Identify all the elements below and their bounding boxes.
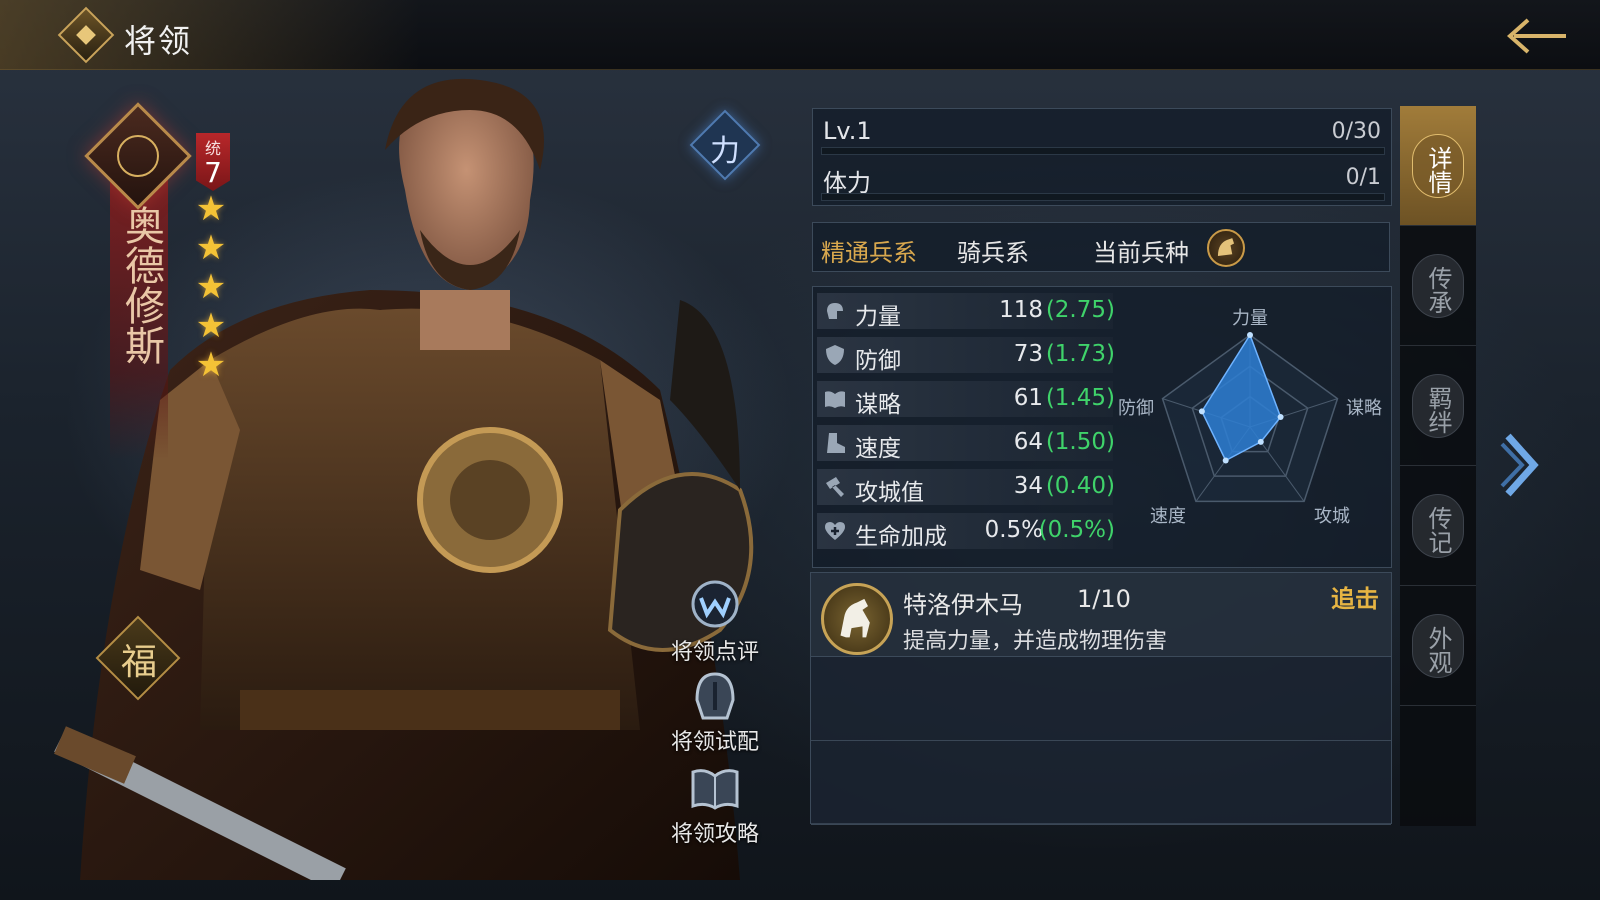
radar-label-strategy: 谋略 xyxy=(1346,398,1382,419)
stat-name: 攻城值 xyxy=(855,480,924,506)
skill-row[interactable]: 特洛伊木马 1/10 提高力量，并造成物理伤害 追击 xyxy=(811,573,1391,657)
top-bar: 将领 xyxy=(0,0,1600,70)
stamina-progress-track xyxy=(821,193,1385,201)
radar-label-siege: 攻城 xyxy=(1314,506,1350,527)
troop-mastery-label: 精通兵系 xyxy=(821,239,917,267)
stat-name: 防御 xyxy=(855,348,901,374)
stat-value: 64 xyxy=(1013,429,1043,455)
stat-growth: (1.45) xyxy=(1045,385,1115,411)
fist-icon xyxy=(827,303,843,319)
shield-icon xyxy=(826,345,844,365)
tab-label: 羁绊 xyxy=(1424,386,1452,434)
hero-guide-label: 将领攻略 xyxy=(670,822,759,847)
level-label: Lv.1 xyxy=(823,117,872,145)
helmet-icon xyxy=(695,672,735,720)
hero-name: 奥德修斯 xyxy=(118,205,164,365)
star-icon: ★ xyxy=(195,345,227,385)
back-arrow-icon[interactable] xyxy=(1500,14,1570,58)
tab-appearance[interactable]: 外观 xyxy=(1400,586,1476,706)
book-icon xyxy=(825,391,845,408)
book-icon xyxy=(691,769,739,810)
horse-icon[interactable] xyxy=(1207,229,1245,267)
stat-growth: (0.5%) xyxy=(1038,517,1115,543)
radar-point xyxy=(1247,332,1253,338)
tab-label: 外观 xyxy=(1424,626,1452,674)
stat-growth: (2.75) xyxy=(1045,297,1115,323)
heart-icon xyxy=(825,522,845,540)
stat-name: 谋略 xyxy=(855,392,901,418)
page-title: 将领 xyxy=(124,22,193,60)
hammer-icon xyxy=(826,477,844,497)
stat-row-defense: 防御 73 (1.73) xyxy=(817,337,1115,374)
command-tag: 统 7 xyxy=(196,133,230,191)
level-value: 0/30 xyxy=(1331,119,1381,144)
tab-label: 详情 xyxy=(1424,146,1452,194)
stat-name: 力量 xyxy=(855,304,901,330)
tab-label: 传记 xyxy=(1424,506,1452,554)
stat-value: 73 xyxy=(1013,341,1043,367)
radar-point xyxy=(1198,408,1205,415)
stat-value: 34 xyxy=(1013,473,1043,499)
stat-row-siege: 攻城值 34 (0.40) xyxy=(817,469,1115,506)
stats-radar-chart: 力量 谋略 攻城 速度 防御 xyxy=(1118,308,1382,527)
skill-type-tag: 追击 xyxy=(1331,585,1379,613)
hero-review-label: 将领点评 xyxy=(670,640,759,665)
command-value: 7 xyxy=(204,156,222,189)
side-tab-bar: 详情 传承 羁绊 传记 外观 xyxy=(1400,106,1476,826)
stat-growth: (1.50) xyxy=(1045,429,1115,455)
star-icon: ★ xyxy=(195,267,227,307)
current-troop-label: 当前兵种 xyxy=(1093,239,1189,267)
tab-inheritance[interactable]: 传承 xyxy=(1400,226,1476,346)
star-icon: ★ xyxy=(195,306,227,346)
hero-trial-button[interactable]: 将领试配 xyxy=(660,668,770,756)
stat-growth: (1.73) xyxy=(1045,341,1115,367)
tab-label: 传承 xyxy=(1424,266,1452,314)
skill-description: 提高力量，并造成物理伤害 xyxy=(903,629,1168,654)
stat-row-strategy: 谋略 61 (1.45) xyxy=(817,381,1115,418)
tab-bonds[interactable]: 羁绊 xyxy=(1400,346,1476,466)
stat-value: 61 xyxy=(1013,385,1043,411)
troop-panel: 精通兵系 骑兵系 当前兵种 xyxy=(812,222,1390,272)
radar-label-strength: 力量 xyxy=(1232,308,1268,329)
tab-details[interactable]: 详情 xyxy=(1400,106,1476,226)
stat-name: 生命加成 xyxy=(855,524,947,550)
empty-skill-slot[interactable] xyxy=(811,657,1391,741)
level-panel: Lv.1 0/30 体力 0/1 xyxy=(812,108,1392,206)
horse-icon xyxy=(821,583,893,655)
stat-name: 速度 xyxy=(855,436,901,462)
troop-mastery-value: 骑兵系 xyxy=(957,239,1029,267)
review-icon xyxy=(691,580,739,628)
stamina-value: 0/1 xyxy=(1345,165,1381,190)
tab-biography[interactable]: 传记 xyxy=(1400,466,1476,586)
skill-name: 特洛伊木马 xyxy=(903,591,1023,619)
hero-trial-label: 将领试配 xyxy=(670,730,759,755)
skill-level: 1/10 xyxy=(1077,585,1131,613)
star-icon: ★ xyxy=(195,189,227,229)
stat-row-strength: 力量 118 (2.75) xyxy=(817,293,1115,330)
level-row: Lv.1 0/30 xyxy=(821,113,1385,157)
stat-value: 0.5% xyxy=(984,517,1043,543)
radar-point xyxy=(1257,438,1264,445)
radar-label-defense: 防御 xyxy=(1118,398,1154,419)
empty-skill-slot[interactable] xyxy=(811,741,1391,825)
star-icon: ★ xyxy=(195,228,227,268)
boot-icon xyxy=(827,433,845,453)
stat-row-hp-bonus: 生命加成 0.5% (0.5%) xyxy=(817,513,1115,550)
radar-label-speed: 速度 xyxy=(1150,506,1186,527)
level-progress-track xyxy=(821,147,1385,155)
attribute-badge-text: 力 xyxy=(710,134,740,169)
stat-row-speed: 速度 64 (1.50) xyxy=(817,425,1115,462)
hero-guide-button[interactable]: 将领攻略 xyxy=(660,760,770,848)
stamina-row: 体力 0/1 xyxy=(821,159,1385,203)
next-hero-arrow-icon[interactable] xyxy=(1500,430,1544,500)
radar-point xyxy=(1222,457,1229,464)
stat-value: 118 xyxy=(999,297,1043,323)
radar-point xyxy=(1277,414,1284,420)
fortune-text: 福 xyxy=(120,642,157,683)
stat-growth: (0.40) xyxy=(1045,473,1115,499)
skill-panel: 特洛伊木马 1/10 提高力量，并造成物理伤害 追击 xyxy=(810,572,1392,825)
hero-review-button[interactable]: 将领点评 xyxy=(660,578,770,666)
